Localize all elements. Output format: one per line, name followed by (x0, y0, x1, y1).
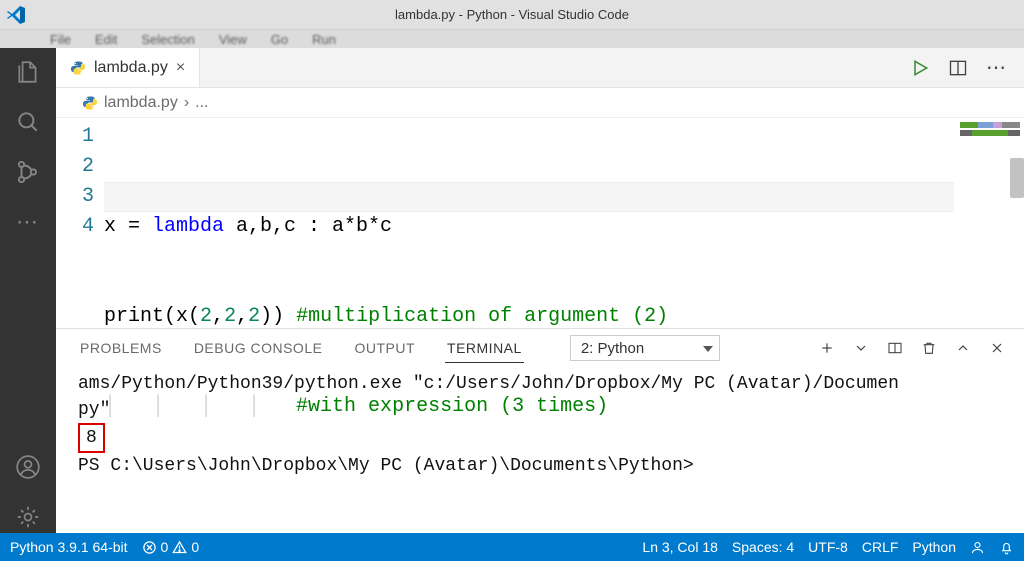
terminal-output-highlight: 8 (78, 423, 105, 453)
code-editor[interactable]: 1 2 3 4 x = lambda a,b,c : a*b*c print(x… (56, 118, 1024, 328)
scrollbar[interactable] (1010, 158, 1024, 198)
tab-close-icon[interactable]: × (176, 59, 185, 77)
editor-area: lambda.py × ⋯ lambda.py › ... (56, 48, 1024, 533)
line-number: 3 (56, 182, 94, 212)
search-icon[interactable] (12, 106, 44, 138)
title-bar-text: lambda.py - Python - Visual Studio Code (395, 7, 629, 22)
line-gutter: 1 2 3 4 (56, 118, 104, 328)
settings-gear-icon[interactable] (12, 501, 44, 533)
python-file-icon (82, 95, 98, 111)
activity-bar: ⋯ (0, 48, 56, 533)
terminal-selector[interactable]: 2: Python (570, 335, 720, 361)
accounts-icon[interactable] (12, 451, 44, 483)
run-icon[interactable] (910, 58, 930, 78)
title-bar: lambda.py - Python - Visual Studio Code (0, 0, 1024, 30)
tab-label: lambda.py (94, 59, 168, 77)
explorer-icon[interactable] (12, 56, 44, 88)
source-control-icon[interactable] (12, 156, 44, 188)
breadcrumb-ellipsis: ... (195, 94, 208, 112)
tab-row: lambda.py × ⋯ (56, 48, 1024, 88)
code-lines: x = lambda a,b,c : a*b*c print(x(2,2,2))… (104, 118, 1024, 328)
breadcrumb[interactable]: lambda.py › ... (56, 88, 1024, 118)
menu-bar-stub: FileEditSelectionViewGoRun (0, 30, 1024, 48)
breadcrumb-file: lambda.py (104, 94, 178, 112)
editor-more-icon[interactable]: ⋯ (986, 58, 1006, 78)
more-icon[interactable]: ⋯ (12, 206, 44, 238)
split-editor-icon[interactable] (948, 58, 968, 78)
python-file-icon (70, 60, 86, 76)
vscode-logo-icon (6, 5, 26, 25)
breadcrumb-sep: › (184, 94, 189, 112)
line-number: 2 (56, 152, 94, 182)
minimap[interactable] (960, 122, 1020, 162)
workbench: ⋯ lambda.py × (0, 48, 1024, 533)
tab-lambda-py[interactable]: lambda.py × (56, 48, 200, 87)
line-number: 4 (56, 212, 94, 242)
line-number: 1 (56, 122, 94, 152)
terminal-selector-label: 2: Python (581, 340, 644, 357)
editor-actions: ⋯ (910, 48, 1024, 87)
